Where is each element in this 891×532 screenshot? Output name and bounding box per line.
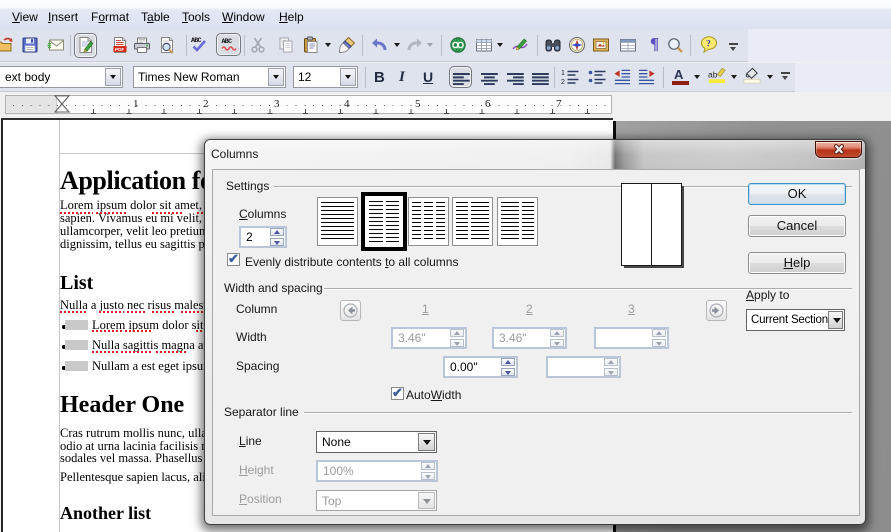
svg-text:ABC: ABC bbox=[191, 37, 202, 44]
svg-text:PDF: PDF bbox=[115, 47, 124, 52]
svg-text:2: 2 bbox=[561, 79, 565, 86]
svg-text:ab: ab bbox=[708, 69, 718, 79]
svg-text:ABC: ABC bbox=[222, 38, 233, 45]
svg-text:1: 1 bbox=[561, 70, 565, 77]
svg-text:?: ? bbox=[706, 39, 711, 49]
